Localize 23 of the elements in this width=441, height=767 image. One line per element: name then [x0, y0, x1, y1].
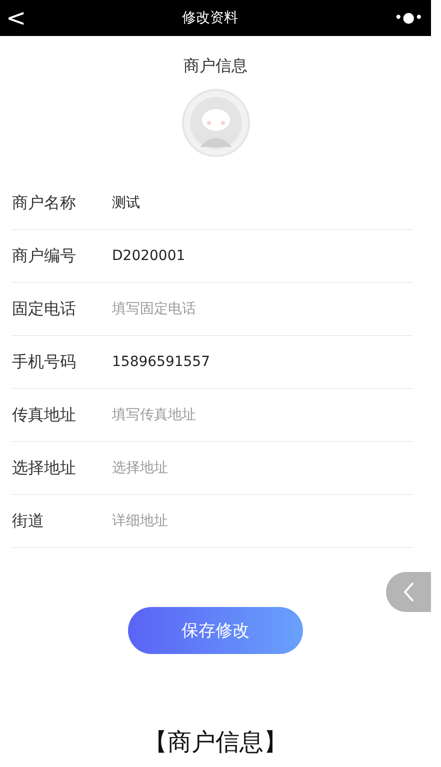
field-label: 手机号码 [12, 352, 77, 372]
field-label: 街道 [12, 510, 45, 532]
caption: 【商户信息】 [142, 727, 288, 758]
collapse-tab[interactable] [386, 572, 431, 612]
chevron-left-icon [402, 581, 416, 603]
input-field[interactable]: 填写固定电话 [112, 301, 312, 317]
input-field[interactable]: 填写传真地址 [112, 407, 312, 423]
field-label: 传真地址 [12, 404, 77, 426]
more-button[interactable]: •●• [392, 11, 425, 25]
back-button[interactable]: < [4, 6, 28, 30]
field-label: 固定电话 [12, 298, 77, 320]
avatar-icon[interactable] [182, 89, 250, 157]
field-label: 商户名称 [12, 192, 77, 214]
input-field[interactable]: 15896591557 [112, 354, 312, 370]
field-label: 商户编号 [12, 246, 77, 266]
section-title: 商户信息 [182, 56, 248, 77]
input-field[interactable]: 详细地址 [112, 513, 312, 529]
page-title: 修改资料 [182, 9, 238, 27]
input-field[interactable]: 选择地址 [112, 460, 312, 476]
save-button[interactable]: 保存修改 [128, 607, 303, 654]
input-field[interactable]: 测试 [112, 195, 312, 211]
input-field[interactable]: D2020001 [112, 248, 312, 264]
field-label: 选择地址 [12, 458, 77, 478]
